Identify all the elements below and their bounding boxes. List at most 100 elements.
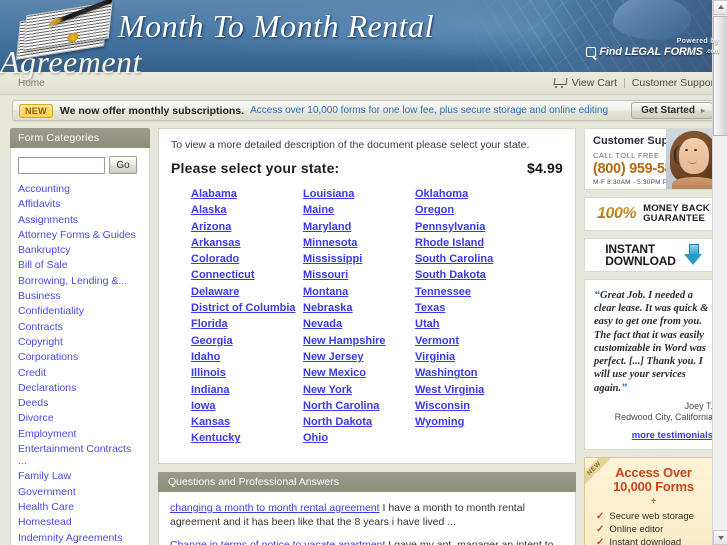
state-link-south-carolina[interactable]: South Carolina [415,251,493,267]
testimonial-author-location: Redwood City, California [614,411,713,422]
state-link-washington[interactable]: Washington [415,365,493,381]
state-link-kansas[interactable]: Kansas [191,414,303,430]
state-link-louisiana[interactable]: Louisiana [303,186,415,202]
sidebar-item-attorney-forms[interactable]: Attorney Forms & Guides [18,229,136,241]
state-link-vermont[interactable]: Vermont [415,333,493,349]
state-link-texas[interactable]: Texas [415,300,493,316]
sidebar-item-assignments[interactable]: Assignments [18,214,78,226]
state-link-florida[interactable]: Florida [191,316,303,332]
page-scrollbar[interactable] [712,0,727,545]
view-cart-link[interactable]: View Cart [572,77,617,89]
state-link-alaska[interactable]: Alaska [191,202,303,218]
state-link-delaware[interactable]: Delaware [191,284,303,300]
search-input[interactable] [18,156,105,174]
list-item: Corporations [18,351,142,363]
state-link-oklahoma[interactable]: Oklahoma [415,186,493,202]
scrollbar-thumb[interactable] [713,16,727,136]
state-link-rhode-island[interactable]: Rhode Island [415,235,493,251]
sidebar-item-affidavits[interactable]: Affidavits [18,198,60,210]
state-link-colorado[interactable]: Colorado [191,251,303,267]
state-link-iowa[interactable]: Iowa [191,398,303,414]
sidebar-item-credit[interactable]: Credit [18,367,46,379]
state-link-mississippi[interactable]: Mississippi [303,251,415,267]
sidebar-item-borrowing-lending[interactable]: Borrowing, Lending &... [18,275,127,287]
state-link-utah[interactable]: Utah [415,316,493,332]
state-link-north-carolina[interactable]: North Carolina [303,398,415,414]
state-link-virginia[interactable]: Virginia [415,349,493,365]
sidebar-item-corporations[interactable]: Corporations [18,351,78,363]
state-link-maryland[interactable]: Maryland [303,219,415,235]
state-link-new-hampshire[interactable]: New Hampshire [303,333,415,349]
state-link-alabama[interactable]: Alabama [191,186,303,202]
sidebar-item-contracts[interactable]: Contracts [18,321,63,333]
state-link-illinois[interactable]: Illinois [191,365,303,381]
state-link-minnesota[interactable]: Minnesota [303,235,415,251]
sidebar-item-indemnity-agreements[interactable]: Indemnity Agreements [18,532,122,544]
sidebar-item-business[interactable]: Business [18,290,61,302]
testimonial-author: Joey T. Redwood City, California [594,401,713,423]
sidebar-item-bankruptcy[interactable]: Bankruptcy [18,244,71,256]
state-link-wyoming[interactable]: Wyoming [415,414,493,430]
list-item: Accounting [18,183,142,195]
powered-by-logo: Powered by Find LEGAL FORMS .com [586,38,719,58]
state-link-tennessee[interactable]: Tennessee [415,284,493,300]
testimonial-author-name: Joey T. [684,400,713,411]
state-link-north-dakota[interactable]: North Dakota [303,414,415,430]
customer-support-link[interactable]: Customer Support [632,77,717,89]
state-link-new-york[interactable]: New York [303,382,415,398]
sidebar-item-deeds[interactable]: Deeds [18,397,48,409]
sidebar-item-copyright[interactable]: Copyright [18,336,63,348]
search-go-button[interactable]: Go [109,156,137,174]
state-link-idaho[interactable]: Idaho [191,349,303,365]
state-link-new-jersey[interactable]: New Jersey [303,349,415,365]
state-link-nevada[interactable]: Nevada [303,316,415,332]
more-testimonials-row: more testimonials [594,429,713,441]
sidebar-item-accounting[interactable]: Accounting [18,183,70,195]
state-link-montana[interactable]: Montana [303,284,415,300]
state-link-missouri[interactable]: Missouri [303,267,415,283]
list-item: Declarations [18,382,142,394]
state-link-georgia[interactable]: Georgia [191,333,303,349]
state-link-kentucky[interactable]: Kentucky [191,430,303,446]
state-link-oregon[interactable]: Oregon [415,202,493,218]
state-link-new-mexico[interactable]: New Mexico [303,365,415,381]
sidebar-item-bill-of-sale[interactable]: Bill of Sale [18,259,68,271]
list-item: ✓ Secure web storage [596,510,713,523]
state-link-nebraska[interactable]: Nebraska [303,300,415,316]
customer-support-box: Customer Support CALL TOLL FREE (800) 95… [584,128,723,190]
state-link-wisconsin[interactable]: Wisconsin [415,398,493,414]
select-state-heading: Please select your state: [171,160,340,176]
state-link-ohio[interactable]: Ohio [303,430,415,446]
state-link-arizona[interactable]: Arizona [191,219,303,235]
state-link-west-virginia[interactable]: West Virginia [415,382,493,398]
qa-link-1[interactable]: changing a month to month rental agreeme… [170,502,380,514]
state-link-south-dakota[interactable]: South Dakota [415,267,493,283]
state-link-indiana[interactable]: Indiana [191,382,303,398]
sidebar-item-employment[interactable]: Employment [18,428,76,440]
check-icon: ✓ [596,510,605,522]
sidebar-item-confidentiality[interactable]: Confidentiality [18,305,84,317]
sidebar-item-declarations[interactable]: Declarations [18,382,76,394]
scroll-down-button[interactable] [713,530,727,545]
sidebar-item-entertainment-contracts[interactable]: Entertainment Contracts ... [18,443,131,467]
state-link-district-of-columbia[interactable]: District of Columbia [191,300,303,316]
sidebar-item-family-law[interactable]: Family Law [18,470,71,482]
money-back-line2: GUARANTEE [643,213,706,224]
scroll-up-button[interactable] [713,0,727,15]
close-quote-icon: ” [621,380,628,395]
sidebar-item-government[interactable]: Government [18,486,76,498]
sidebar-item-homestead[interactable]: Homestead [18,516,72,528]
qa-link-2[interactable]: Change in terms of notice to vacate apar… [170,539,385,545]
state-link-connecticut[interactable]: Connecticut [191,267,303,283]
list-item: Contracts [18,321,142,333]
more-testimonials-link[interactable]: more testimonials [632,430,713,441]
powered-by-label: Powered by [676,38,719,45]
state-link-pennsylvania[interactable]: Pennsylvania [415,219,493,235]
sidebar-item-health-care[interactable]: Health Care [18,501,74,513]
sidebar-item-divorce[interactable]: Divorce [18,412,54,424]
state-link-arkansas[interactable]: Arkansas [191,235,303,251]
state-link-maine[interactable]: Maine [303,202,415,218]
get-started-button[interactable]: Get Started ▸ [631,102,713,119]
list-item: Credit [18,367,142,379]
page-title-line2: Agreement [0,44,142,80]
